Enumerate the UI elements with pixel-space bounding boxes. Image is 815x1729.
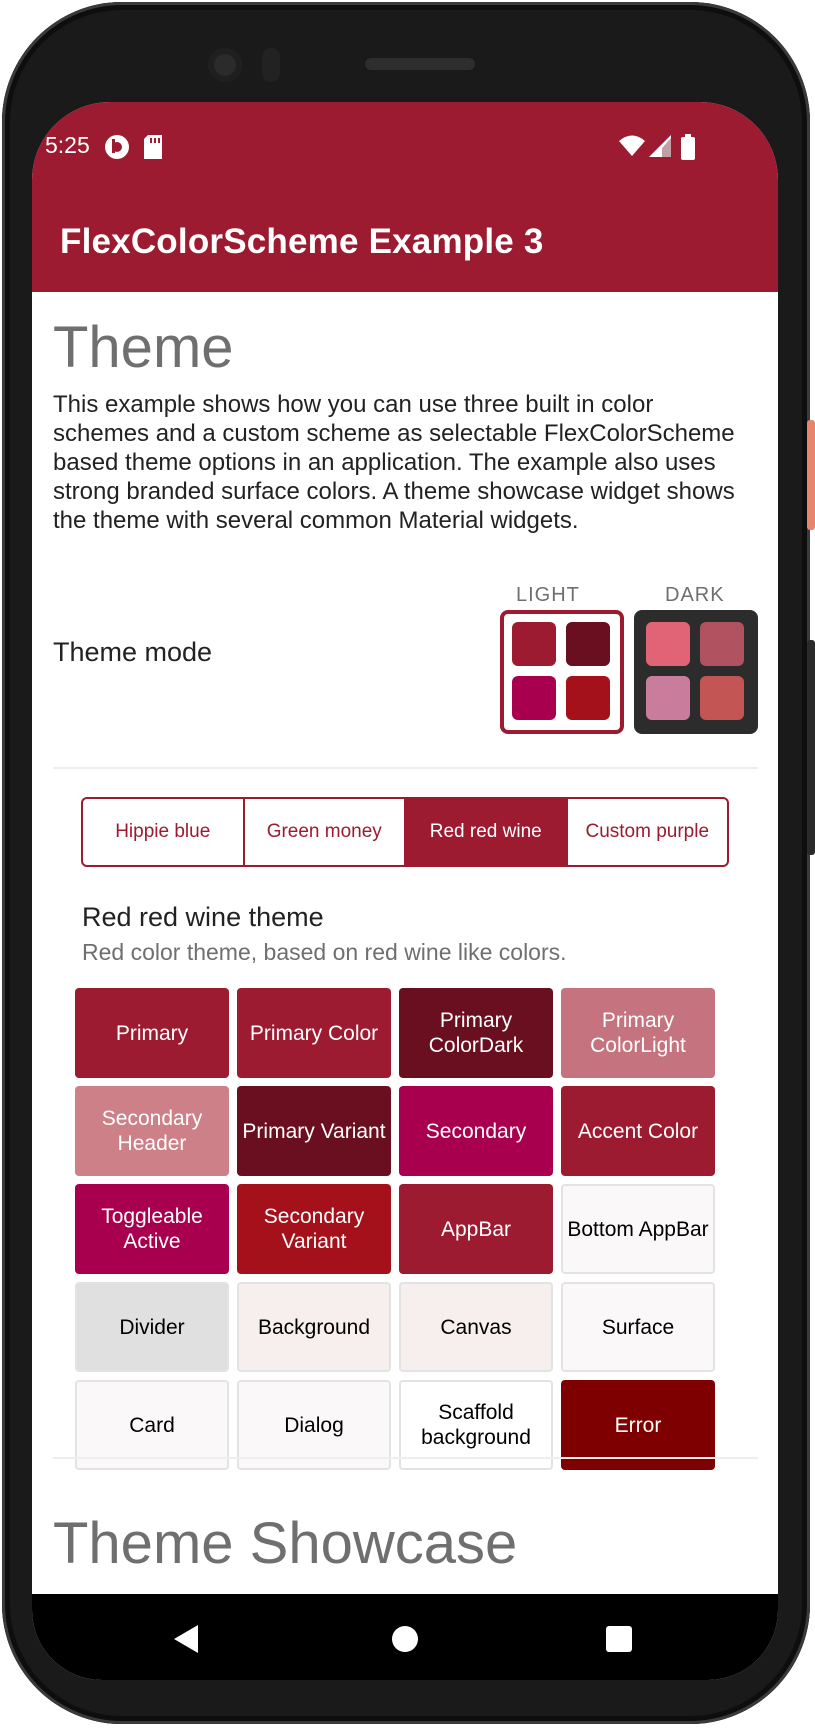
light-swatch-primary-variant xyxy=(566,622,610,666)
dark-swatch-primary xyxy=(646,622,690,666)
color-cell: Primary Variant xyxy=(237,1086,391,1176)
screen: 5:25 FlexColorScheme Example 3 Theme Thi… xyxy=(32,102,778,1680)
light-swatch-primary xyxy=(512,622,556,666)
sensor xyxy=(262,48,280,82)
color-cell: Accent Color xyxy=(561,1086,715,1176)
section-divider xyxy=(53,1457,758,1459)
color-cell: Secondary xyxy=(399,1086,553,1176)
color-cell: Primary ColorLight xyxy=(561,988,715,1078)
app-title: FlexColorScheme Example 3 xyxy=(60,222,544,261)
home-icon[interactable] xyxy=(392,1626,418,1652)
color-cell: Secondary Header xyxy=(75,1086,229,1176)
signal-icon xyxy=(649,135,671,157)
color-cell: Primary xyxy=(75,988,229,1078)
notification-icon xyxy=(105,135,129,159)
theme-description: This example shows how you can use three… xyxy=(53,391,735,534)
dark-mode-option[interactable] xyxy=(634,610,758,734)
scheme-option-green-money[interactable]: Green money xyxy=(242,799,405,865)
wifi-icon xyxy=(619,135,645,156)
light-swatch-secondary xyxy=(512,676,556,720)
scheme-option-hippie-blue[interactable]: Hippie blue xyxy=(83,799,243,865)
theme-mode-label: Theme mode xyxy=(53,637,213,667)
recents-icon[interactable] xyxy=(606,1626,632,1652)
color-grid: Primary Primary Color Primary ColorDark Pri… xyxy=(75,988,725,1470)
color-cell: Primary Color xyxy=(237,988,391,1078)
status-time: 5:25 xyxy=(45,132,90,158)
showcase-heading: Theme Showcase xyxy=(53,1511,518,1576)
dark-swatch-secondary-variant xyxy=(700,676,744,720)
theme-heading: Theme xyxy=(53,315,234,380)
color-cell: Secondary Variant xyxy=(237,1184,391,1274)
back-icon[interactable] xyxy=(174,1625,198,1653)
power-button xyxy=(807,420,815,530)
color-cell: Bottom AppBar xyxy=(561,1184,715,1274)
light-swatch-secondary-variant xyxy=(566,676,610,720)
navigation-bar xyxy=(32,1594,778,1680)
status-bar: 5:25 xyxy=(32,102,778,192)
scheme-name: Red red wine theme xyxy=(82,902,324,932)
volume-button xyxy=(807,640,815,855)
color-cell: Canvas xyxy=(399,1282,553,1372)
color-cell: AppBar xyxy=(399,1184,553,1274)
earpiece-speaker xyxy=(365,58,475,70)
sd-card-icon xyxy=(144,135,162,159)
color-cell: Divider xyxy=(75,1282,229,1372)
dark-swatch-secondary xyxy=(646,676,690,720)
scheme-option-custom-purple[interactable]: Custom purple xyxy=(565,799,728,865)
color-cell: Primary ColorDark xyxy=(399,988,553,1078)
color-cell: Toggleable Active xyxy=(75,1184,229,1274)
light-mode-label: LIGHT xyxy=(516,584,580,606)
dark-swatch-primary-variant xyxy=(700,622,744,666)
scheme-option-red-red-wine[interactable]: Red red wine xyxy=(404,799,566,865)
front-camera xyxy=(208,48,242,82)
light-mode-option[interactable] xyxy=(500,610,624,734)
app-bar: FlexColorScheme Example 3 xyxy=(32,192,778,292)
color-cell: Surface xyxy=(561,1282,715,1372)
scheme-selector[interactable]: Hippie blue Green money Red red wine Cus… xyxy=(81,797,729,867)
section-divider xyxy=(53,767,758,769)
dark-mode-label: DARK xyxy=(665,584,725,606)
battery-icon xyxy=(681,134,695,160)
color-cell: Background xyxy=(237,1282,391,1372)
scheme-description: Red color theme, based on red wine like … xyxy=(82,939,567,965)
